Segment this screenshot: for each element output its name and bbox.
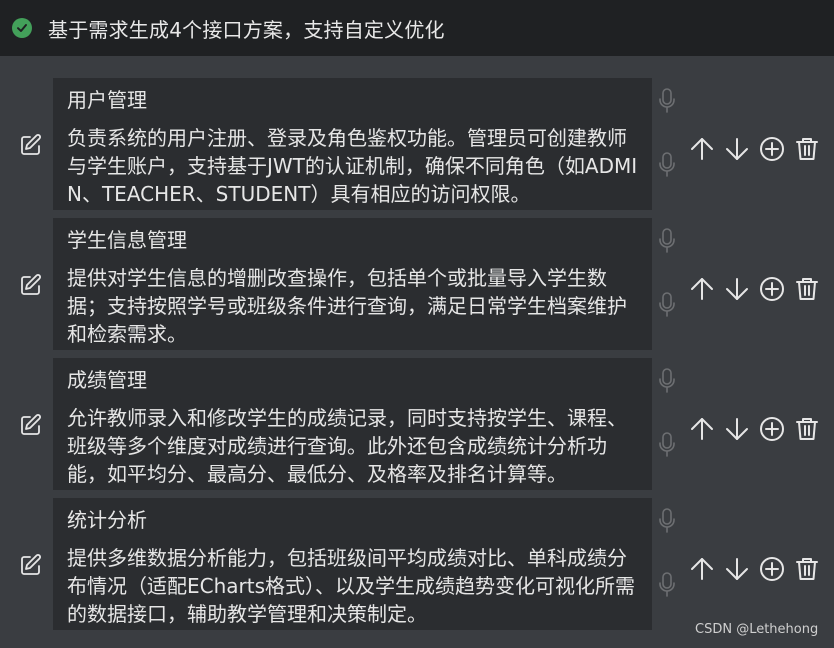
arrow-down-icon[interactable]: [723, 555, 751, 583]
trash-icon[interactable]: [793, 555, 821, 583]
arrow-up-icon[interactable]: [688, 135, 716, 163]
add-circle-icon[interactable]: [758, 275, 786, 303]
add-circle-icon[interactable]: [758, 555, 786, 583]
plan-card-box[interactable]: 成绩管理 允许教师录入和修改学生的成绩记录，同时支持按学生、课程、班级等多个维度…: [53, 358, 652, 490]
edit-icon[interactable]: [18, 272, 44, 298]
card-actions: [688, 275, 828, 303]
edit-icon[interactable]: [18, 132, 44, 158]
plan-title: 统计分析: [67, 508, 147, 532]
arrow-down-icon[interactable]: [723, 135, 751, 163]
microphone-icon[interactable]: [655, 86, 679, 116]
plan-description: 允许教师录入和修改学生的成绩记录，同时支持按学生、课程、班级等多个维度对成绩进行…: [67, 406, 627, 486]
edit-icon[interactable]: [18, 552, 44, 578]
arrow-up-icon[interactable]: [688, 555, 716, 583]
arrow-up-icon[interactable]: [688, 415, 716, 443]
plan-description: 提供多维数据分析能力，包括班级间平均成绩对比、单科成绩分布情况（适配EChart…: [67, 546, 636, 626]
microphone-icon[interactable]: [655, 150, 679, 180]
header-bar: 基于需求生成4个接口方案，支持自定义优化: [0, 0, 834, 56]
trash-icon[interactable]: [793, 275, 821, 303]
edit-icon[interactable]: [18, 412, 44, 438]
plan-card: 统计分析 提供多维数据分析能力，包括班级间平均成绩对比、单科成绩分布情况（适配E…: [0, 498, 834, 630]
microphone-icon[interactable]: [655, 430, 679, 460]
plan-list: 用户管理 负责系统的用户注册、登录及角色鉴权功能。管理员可创建教师与学生账户，支…: [0, 56, 834, 648]
trash-icon[interactable]: [793, 415, 821, 443]
plan-card-box[interactable]: 统计分析 提供多维数据分析能力，包括班级间平均成绩对比、单科成绩分布情况（适配E…: [53, 498, 652, 630]
arrow-down-icon[interactable]: [723, 415, 751, 443]
plan-description: 负责系统的用户注册、登录及角色鉴权功能。管理员可创建教师与学生账户，支持基于JW…: [67, 126, 638, 206]
plan-card-box[interactable]: 用户管理 负责系统的用户注册、登录及角色鉴权功能。管理员可创建教师与学生账户，支…: [53, 78, 652, 210]
add-circle-icon[interactable]: [758, 135, 786, 163]
plan-card: 成绩管理 允许教师录入和修改学生的成绩记录，同时支持按学生、课程、班级等多个维度…: [0, 358, 834, 490]
microphone-icon[interactable]: [655, 290, 679, 320]
plan-card: 学生信息管理 提供对学生信息的增删改查操作，包括单个或批量导入学生数据；支持按照…: [0, 218, 834, 350]
plan-title: 学生信息管理: [67, 228, 187, 252]
plan-title: 用户管理: [67, 88, 147, 112]
card-actions: [688, 415, 828, 443]
plan-card-box[interactable]: 学生信息管理 提供对学生信息的增删改查操作，包括单个或批量导入学生数据；支持按照…: [53, 218, 652, 350]
microphone-icon[interactable]: [655, 506, 679, 536]
microphone-icon[interactable]: [655, 226, 679, 256]
header-title: 基于需求生成4个接口方案，支持自定义优化: [48, 17, 445, 42]
watermark: CSDN @Lethehong: [695, 622, 819, 637]
microphone-icon[interactable]: [655, 570, 679, 600]
card-actions: [688, 135, 828, 163]
check-circle-icon: [12, 18, 32, 38]
trash-icon[interactable]: [793, 135, 821, 163]
plan-description: 提供对学生信息的增删改查操作，包括单个或批量导入学生数据；支持按照学号或班级条件…: [67, 266, 627, 346]
arrow-down-icon[interactable]: [723, 275, 751, 303]
add-circle-icon[interactable]: [758, 415, 786, 443]
plan-card: 用户管理 负责系统的用户注册、登录及角色鉴权功能。管理员可创建教师与学生账户，支…: [0, 78, 834, 210]
arrow-up-icon[interactable]: [688, 275, 716, 303]
plan-title: 成绩管理: [67, 368, 147, 392]
card-actions: [688, 555, 828, 583]
microphone-icon[interactable]: [655, 366, 679, 396]
